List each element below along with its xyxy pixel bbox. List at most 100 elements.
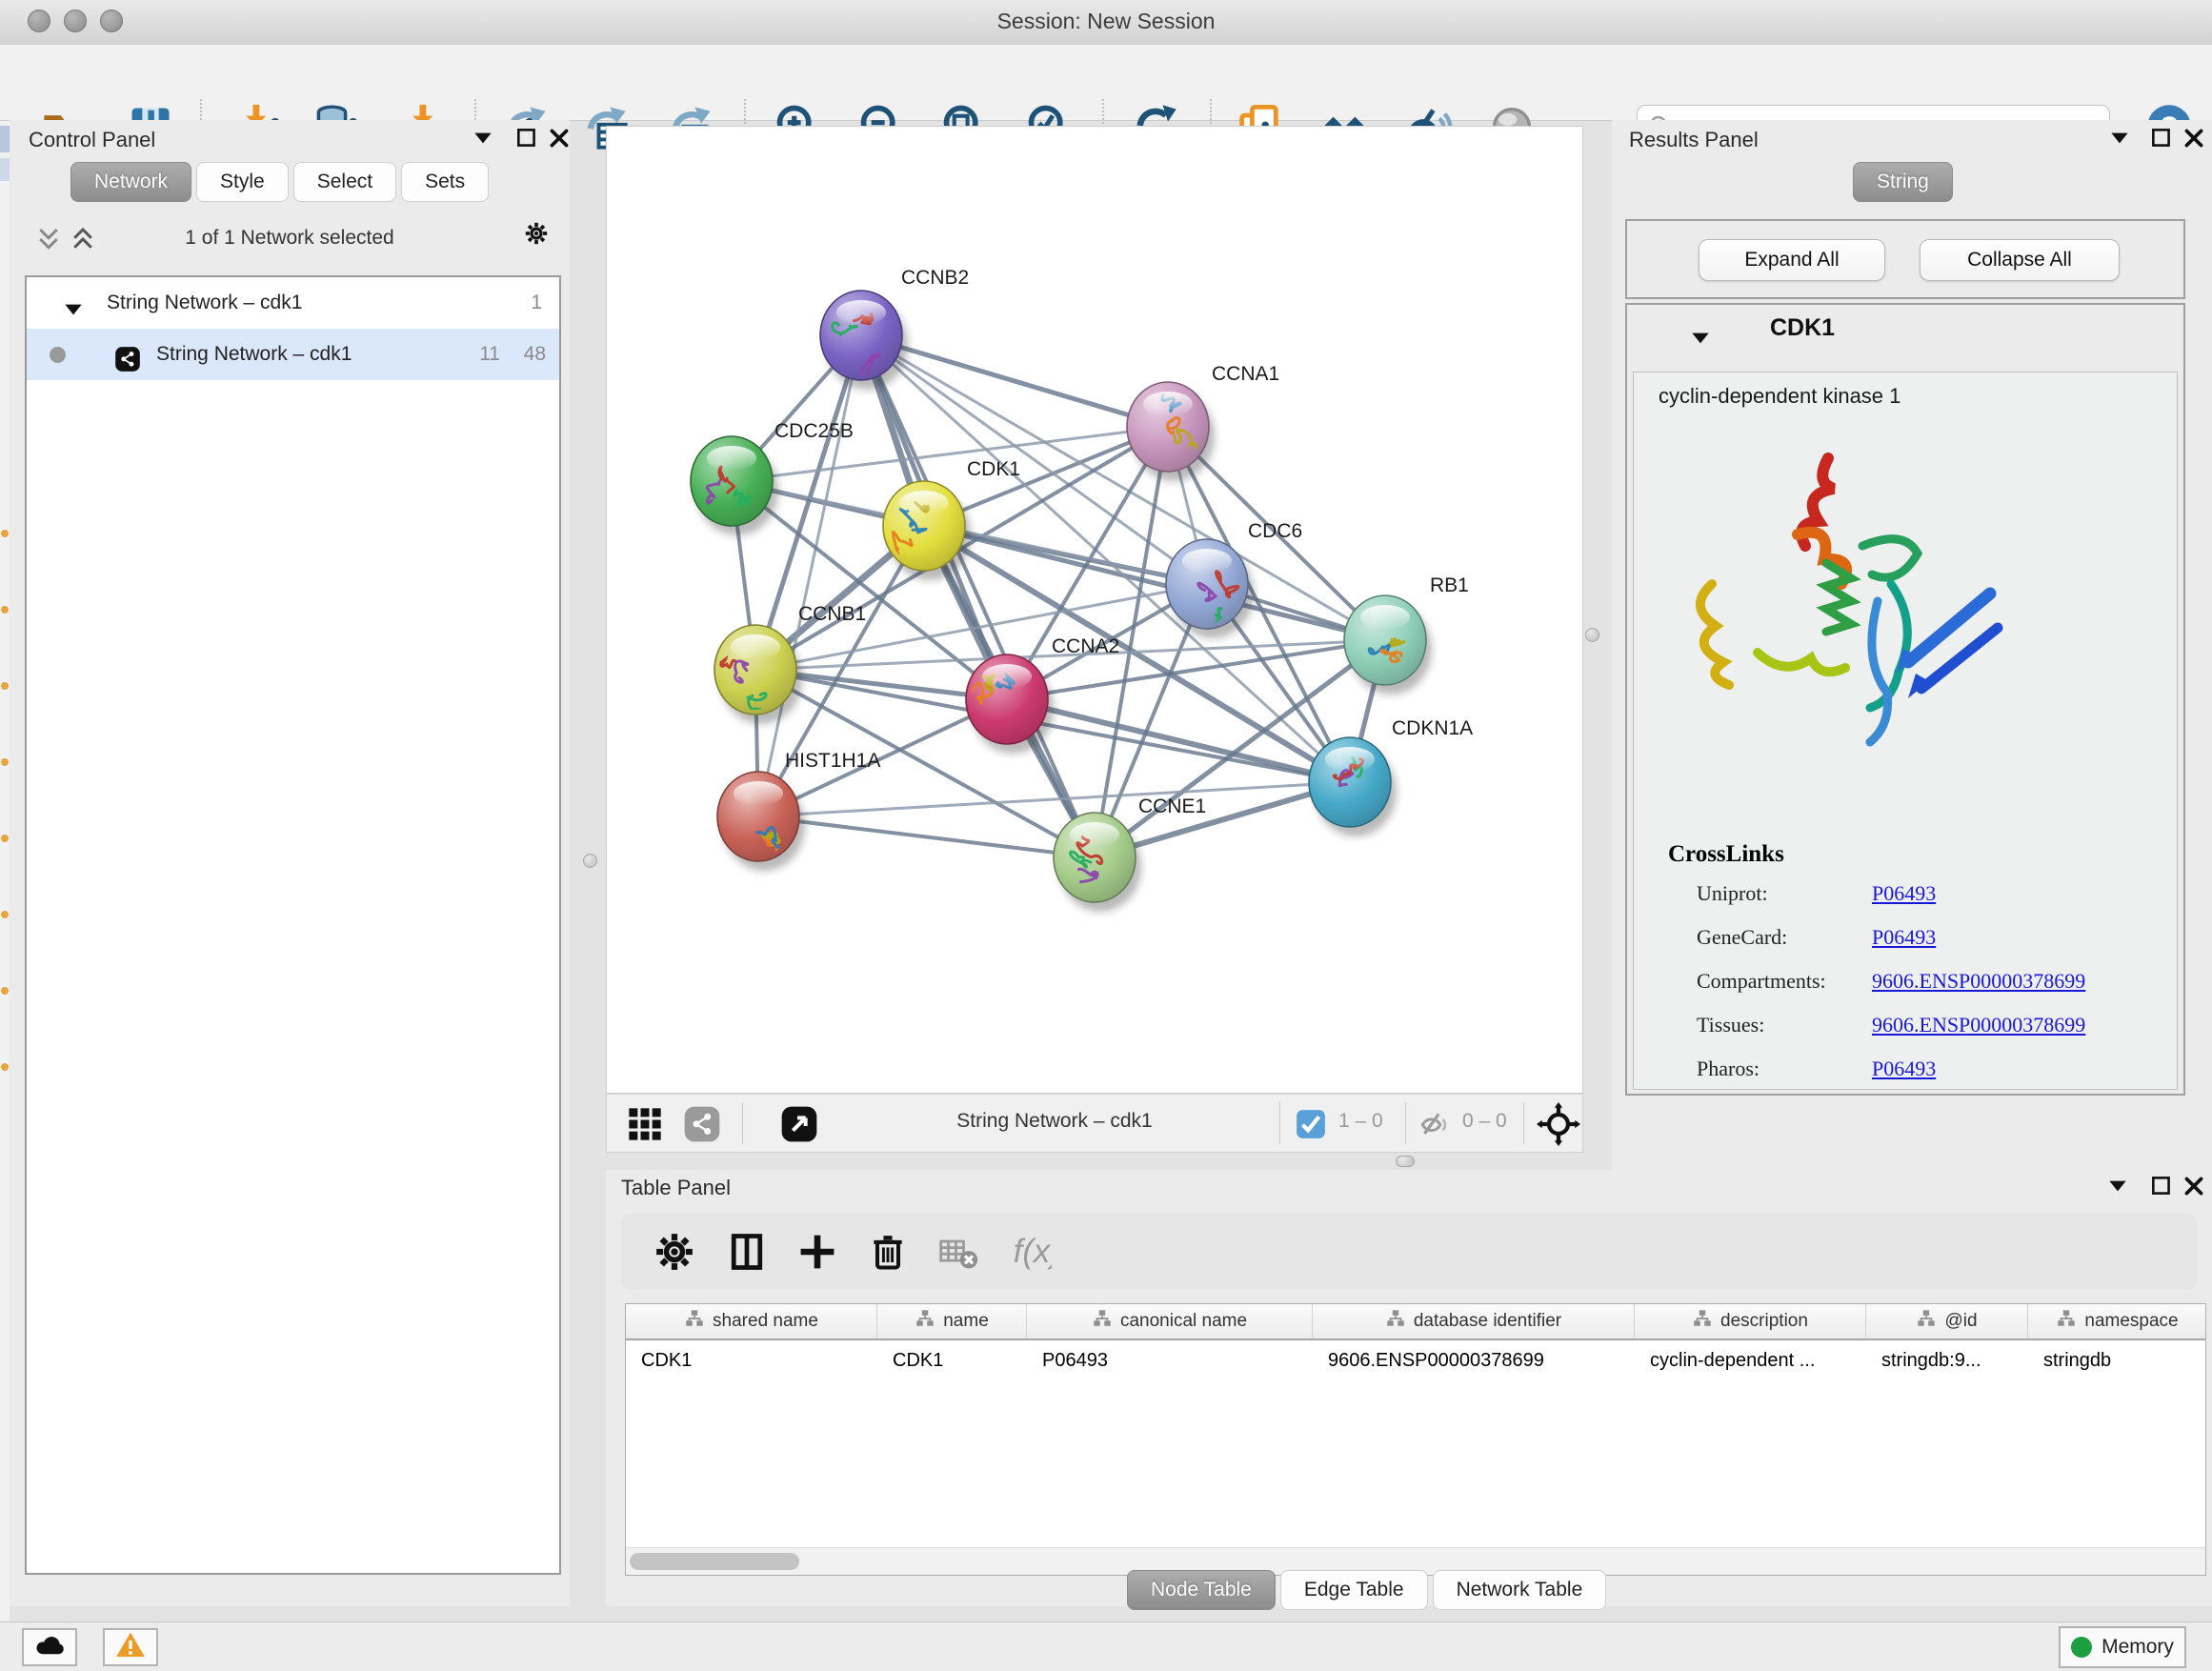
network-node-CDK1[interactable]: CDK1 [883, 458, 1020, 580]
protein-collapse-icon[interactable] [1688, 326, 1713, 355]
collapse-all-button[interactable]: Collapse All [1920, 239, 2120, 281]
network-node-label: CDKN1A [1392, 717, 1473, 739]
column-header-name[interactable]: name [877, 1304, 1027, 1339]
column-header-database-identifier[interactable]: database identifier [1313, 1304, 1635, 1339]
hierarchy-icon [1092, 1308, 1113, 1335]
table-row[interactable]: CDK1CDK1P064939606.ENSP00000378699cyclin… [626, 1340, 2205, 1380]
crosslink-row: Compartments: 9606.ENSP00000378699 [1634, 969, 2179, 1013]
title-bar: Session: New Session [0, 0, 2212, 46]
network-node-count: 11 [479, 329, 500, 380]
tab-string[interactable]: String [1853, 162, 1953, 202]
network-edge-HIST1H1A-CCNE1[interactable] [758, 816, 1095, 857]
table-cell: 9606.ENSP00000378699 [1313, 1340, 1635, 1380]
expand-all-button[interactable]: Expand All [1699, 239, 1885, 281]
network-node-CCNA1[interactable]: CCNA1 [1127, 363, 1279, 481]
results-buttons-box: Expand All Collapse All [1625, 219, 2185, 299]
tab-network-table[interactable]: Network Table [1433, 1570, 1607, 1610]
network-view-icon[interactable] [683, 1105, 721, 1148]
annotation-mode-icon[interactable] [780, 1105, 818, 1148]
results-panel-maximize-icon[interactable] [2147, 126, 2176, 151]
network-graph[interactable]: CCNB2CCNA1CDC25BCDK1CDC6RB1CCNB1CCNA2CDK… [607, 127, 1582, 1093]
tab-node-table[interactable]: Node Table [1127, 1570, 1276, 1610]
column-header-namespace[interactable]: namespace [2028, 1304, 2206, 1339]
splitter-handle-left[interactable] [583, 854, 597, 868]
status-bar: Memory [0, 1621, 2212, 1671]
network-panel-gear-icon[interactable] [524, 221, 549, 251]
add-row-icon[interactable] [796, 1231, 838, 1273]
protein-details: cyclin-dependent kinase 1 [1633, 372, 2178, 1090]
hidden-eye-icon[interactable] [1418, 1108, 1451, 1145]
desktop-sliver [0, 120, 10, 1621]
cloud-button[interactable] [22, 1628, 77, 1666]
control-panel-maximize-icon[interactable] [513, 126, 541, 151]
control-panel-float-icon[interactable] [469, 126, 497, 151]
network-collection-row[interactable]: String Network – cdk1 1 [27, 277, 559, 329]
selected-nodes-checkbox[interactable] [1295, 1108, 1327, 1145]
crosslink-link[interactable]: 9606.ENSP00000378699 [1872, 1013, 2085, 1037]
tab-sets[interactable]: Sets [401, 162, 489, 202]
selected-counts: 1 – 0 [1338, 1110, 1383, 1133]
column-header-label: canonical name [1120, 1311, 1247, 1332]
crosslink-label: Compartments: [1697, 969, 1826, 994]
warnings-button[interactable] [103, 1628, 158, 1666]
memory-label: Memory [2101, 1636, 2174, 1659]
network-edge-CCNB2-CCNE1[interactable] [861, 335, 1095, 857]
tab-network[interactable]: Network [70, 162, 191, 202]
memory-button[interactable]: Memory [2059, 1626, 2186, 1668]
column-header-@id[interactable]: @id [1866, 1304, 2028, 1339]
column-header-description[interactable]: description [1635, 1304, 1866, 1339]
warning-icon [114, 1629, 147, 1666]
column-header-label: @id [1944, 1311, 1977, 1332]
memory-status-dot [2071, 1637, 2092, 1658]
hierarchy-icon [915, 1308, 935, 1335]
table-panel-close-icon[interactable] [2180, 1174, 2208, 1198]
network-edge-CDK1-RB1[interactable] [924, 526, 1385, 640]
network-node-CCNB2[interactable]: CCNB2 [820, 267, 969, 390]
results-panel-float-icon[interactable] [2105, 126, 2134, 151]
main-toolbar: ? [0, 45, 2212, 121]
grid-view-icon[interactable] [626, 1105, 664, 1148]
network-canvas[interactable]: CCNB2CCNA1CDC25BCDK1CDC6RB1CCNB1CCNA2CDK… [606, 126, 1583, 1094]
crosslink-label: GeneCard: [1697, 925, 1787, 950]
control-panel-close-icon[interactable] [545, 126, 573, 151]
splitter-handle-right[interactable] [1585, 628, 1599, 642]
hierarchy-icon [2056, 1308, 2077, 1335]
network-node-label: CCNE1 [1138, 795, 1206, 817]
collection-count: 1 [531, 277, 542, 329]
insert-column-icon[interactable] [726, 1231, 768, 1273]
table-panel-float-icon[interactable] [2103, 1174, 2132, 1198]
table-panel: Table Panel f(x) shared namenamecanonica… [606, 1170, 2212, 1606]
crosslink-link[interactable]: P06493 [1872, 881, 1936, 905]
function-builder-icon[interactable]: f(x) [1010, 1231, 1076, 1273]
table-panel-maximize-icon[interactable] [2147, 1174, 2176, 1198]
crosslink-link[interactable]: P06493 [1872, 925, 1936, 949]
network-node-CDKN1A[interactable]: CDKN1A [1309, 717, 1473, 836]
table-cell: P06493 [1027, 1340, 1313, 1380]
crosslink-link[interactable]: P06493 [1872, 1057, 1936, 1080]
crosslink-row: Tissues:9606.ENSP00000378699 [1634, 1013, 2179, 1057]
network-node-RB1[interactable]: RB1 [1344, 574, 1469, 695]
network-node-label: CCNB2 [901, 267, 969, 289]
column-header-shared-name[interactable]: shared name [626, 1304, 877, 1339]
application-window: Session: New Session ? Control Panel Net… [0, 0, 2212, 1671]
network-row[interactable]: String Network – cdk1 11 48 [27, 329, 559, 380]
table-cell: stringdb:9... [1866, 1340, 2028, 1380]
window-title: Session: New Session [0, 9, 2212, 34]
table-settings-gear-icon[interactable] [654, 1231, 695, 1273]
tab-edge-table[interactable]: Edge Table [1280, 1570, 1428, 1610]
tab-style[interactable]: Style [196, 162, 289, 202]
crosslink-row: Uniprot:P06493 [1634, 881, 2179, 925]
results-panel-close-icon[interactable] [2180, 126, 2208, 151]
table-cell: CDK1 [626, 1340, 877, 1380]
delete-table-icon[interactable] [937, 1231, 979, 1273]
tab-select[interactable]: Select [293, 162, 396, 202]
table-hscrollbar-thumb[interactable] [630, 1553, 799, 1570]
hierarchy-icon [1692, 1308, 1713, 1335]
delete-row-icon[interactable] [867, 1231, 909, 1273]
crosslink-link[interactable]: 9606.ENSP00000378699 [1872, 969, 2085, 993]
protein-structure-image [1676, 441, 2019, 765]
crosshair-icon[interactable] [1537, 1102, 1580, 1151]
splitter-handle-bottom[interactable] [1396, 1156, 1415, 1167]
network-edge-CCNB2-HIST1H1A[interactable] [758, 335, 861, 816]
column-header-canonical-name[interactable]: canonical name [1027, 1304, 1313, 1339]
